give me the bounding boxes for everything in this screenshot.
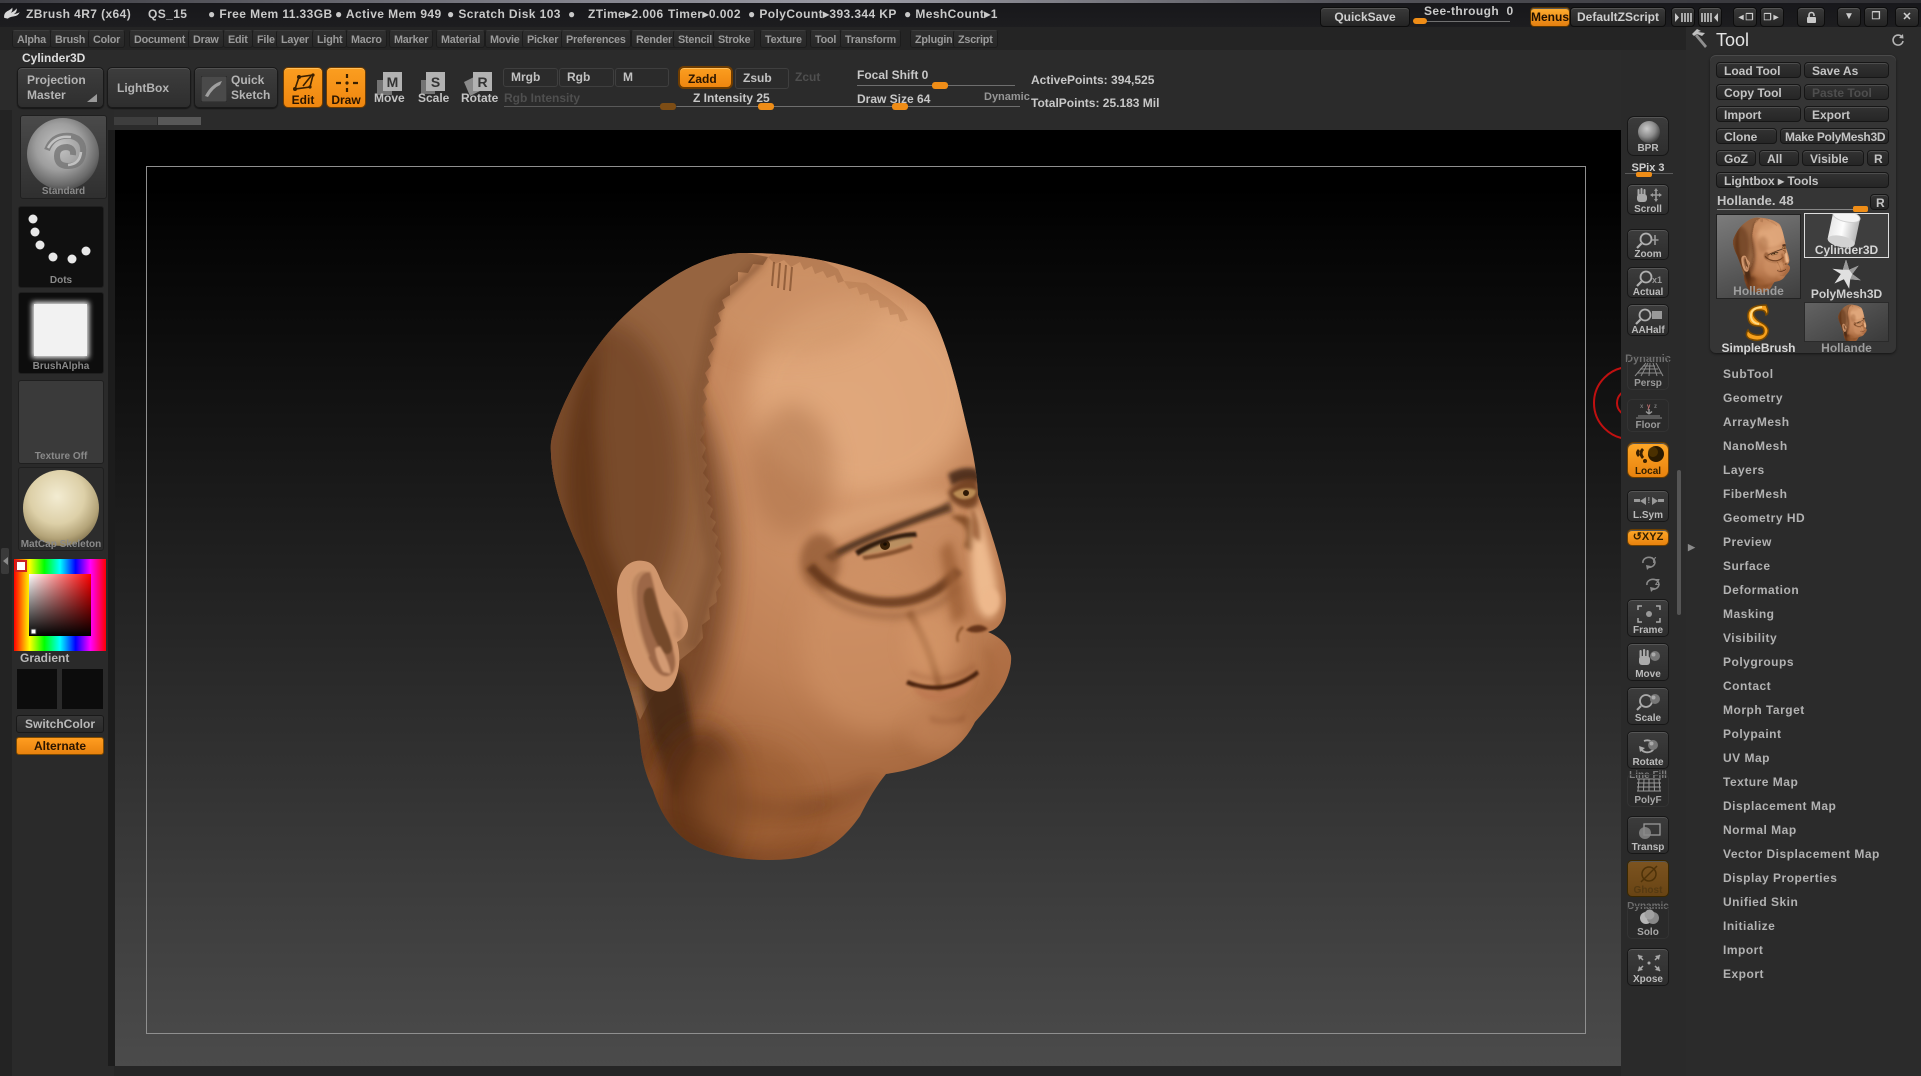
svg-text:x1: x1 bbox=[1652, 275, 1662, 285]
svg-text:!: ! bbox=[1648, 496, 1651, 505]
svg-text:M: M bbox=[387, 74, 399, 90]
svg-text:Z: Z bbox=[1655, 578, 1660, 587]
svg-text:Y: Y bbox=[1651, 556, 1657, 565]
svg-text:S: S bbox=[431, 74, 440, 90]
svg-text:R: R bbox=[477, 74, 487, 90]
svg-text:x: x bbox=[1640, 404, 1644, 410]
svg-text:z: z bbox=[1654, 404, 1657, 410]
